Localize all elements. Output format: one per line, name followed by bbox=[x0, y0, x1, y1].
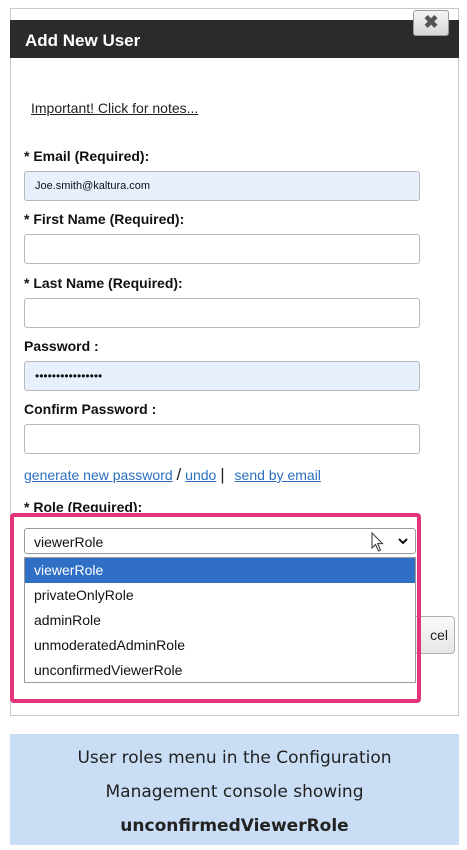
confirm-password-label: Confirm Password : bbox=[24, 401, 157, 417]
notes-link[interactable]: Important! Click for notes... bbox=[31, 100, 198, 116]
send-by-email-link[interactable]: send by email bbox=[235, 467, 321, 483]
caption-line-3: unconfirmedViewerRole bbox=[120, 816, 349, 836]
undo-link[interactable]: undo bbox=[185, 467, 216, 483]
caption-line-2: Management console showing bbox=[105, 782, 364, 802]
caption-box: User roles menu in the Configuration Man… bbox=[10, 734, 459, 845]
role-label: * Role (Required): bbox=[24, 499, 143, 512]
caption-line-1: User roles menu in the Configuration bbox=[77, 748, 392, 768]
dialog-title-bar: Add New User bbox=[10, 20, 459, 58]
first-name-label: * First Name (Required): bbox=[24, 211, 185, 227]
slash-separator: / bbox=[176, 465, 182, 484]
close-icon: ✖ bbox=[423, 12, 439, 32]
first-name-field[interactable] bbox=[24, 234, 420, 264]
password-label: Password : bbox=[24, 338, 99, 354]
dialog-title: Add New User bbox=[25, 31, 141, 50]
last-name-label: * Last Name (Required): bbox=[24, 275, 183, 291]
email-label: * Email (Required): bbox=[24, 148, 150, 164]
email-field[interactable]: Joe.smith@kaltura.com bbox=[24, 171, 420, 201]
last-name-field[interactable] bbox=[24, 298, 420, 328]
password-links: generate new password / undo | send by e… bbox=[24, 465, 321, 485]
password-field[interactable]: •••••••••••••••• bbox=[24, 361, 420, 391]
pipe-separator: | bbox=[220, 465, 225, 484]
confirm-password-field[interactable] bbox=[24, 424, 420, 454]
highlight-annotation bbox=[10, 513, 421, 703]
close-button[interactable]: ✖ bbox=[413, 10, 449, 36]
generate-password-link[interactable]: generate new password bbox=[24, 467, 173, 483]
